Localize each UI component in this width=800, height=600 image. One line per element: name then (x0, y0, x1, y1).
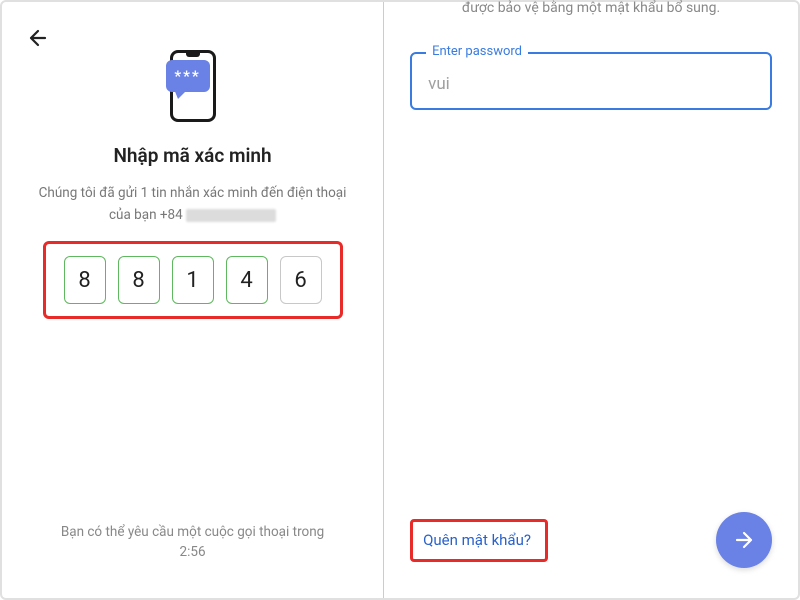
arrow-right-icon (732, 528, 756, 552)
code-digit-3[interactable]: 1 (172, 256, 214, 304)
phone-number-line: của bạn +84 (109, 207, 276, 223)
back-button[interactable] (26, 26, 50, 54)
password-panel: được bảo vệ bằng một mật khẩu bổ sung. E… (384, 2, 798, 598)
verification-panel: *** Nhập mã xác minh Chúng tôi đã gửi 1 … (2, 2, 384, 598)
forgot-password-highlight: Quên mật khẩu? (410, 519, 548, 562)
password-value: vui (428, 74, 754, 94)
arrow-left-icon (26, 26, 50, 50)
code-input-row: 8 8 1 4 6 (43, 241, 343, 319)
next-button[interactable] (716, 512, 772, 568)
code-digit-4[interactable]: 4 (226, 256, 268, 304)
countdown-timer: 2:56 (180, 544, 206, 560)
password-label: Enter password (426, 44, 528, 59)
phone-redacted (186, 209, 276, 222)
code-digit-5[interactable]: 6 (280, 256, 322, 304)
protection-note: được bảo vệ bằng một mật khẩu bổ sung. (410, 0, 772, 16)
phone-sms-icon: *** (170, 50, 216, 122)
forgot-password-link[interactable]: Quên mật khẩu? (423, 531, 531, 549)
page-title: Nhập mã xác minh (113, 144, 271, 167)
page-subtitle: Chúng tôi đã gửi 1 tin nhắn xác minh đến… (33, 183, 353, 203)
code-digit-1[interactable]: 8 (64, 256, 106, 304)
voice-call-hint: Bạn có thể yêu cầu một cuộc gọi thoại tr… (22, 522, 363, 563)
code-digit-2[interactable]: 8 (118, 256, 160, 304)
password-input[interactable]: Enter password vui (410, 52, 772, 110)
